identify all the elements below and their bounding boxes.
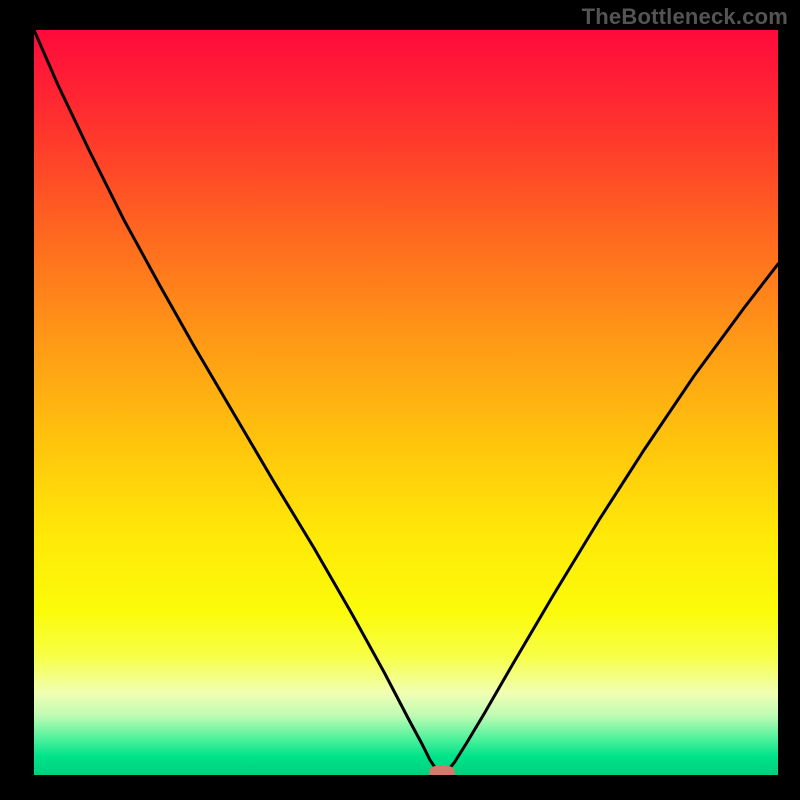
plot-area [34, 30, 778, 775]
chart-frame: TheBottleneck.com [0, 0, 800, 800]
bottleneck-curve [34, 30, 778, 773]
min-point-marker [429, 766, 455, 775]
watermark-text: TheBottleneck.com [582, 4, 788, 30]
curve-svg [34, 30, 778, 775]
